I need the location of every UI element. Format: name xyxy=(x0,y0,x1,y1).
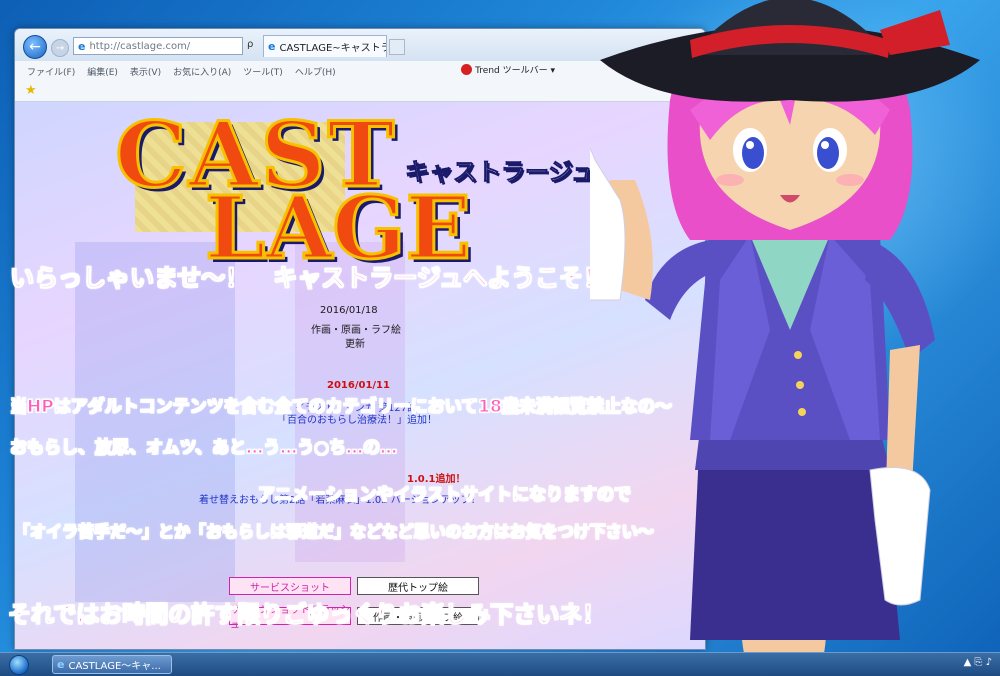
closing-text: それではお時間の許す限りごゆっくりお楽しみ下さいネ！ xyxy=(7,602,606,629)
site-logo-kana: キャストラージュ xyxy=(405,158,596,187)
system-tray[interactable]: ▲ ⎘ ♪ xyxy=(964,657,992,668)
ie-tab-icon: e xyxy=(268,40,276,53)
arrow-right-icon: → xyxy=(55,42,65,54)
menu-help[interactable]: ヘルプ(H) xyxy=(295,65,336,78)
notice-line1: 当HPはアダルトコンテンツを含む全てのカテゴリーにおいて18歳未満観覧禁止なの〜 xyxy=(10,397,673,418)
menu-view[interactable]: 表示(V) xyxy=(130,65,161,78)
back-button[interactable]: ← xyxy=(23,35,47,59)
menu-favorites[interactable]: お気に入り(A) xyxy=(173,65,231,78)
windows-logo-icon xyxy=(9,654,29,675)
welcome-text: いらっしゃいませ〜！ キャストラージュへようこそ！ xyxy=(9,264,608,293)
address-bar[interactable]: e http://castlage.com/ xyxy=(73,37,243,55)
forward-button[interactable]: → xyxy=(51,39,69,57)
trend-toolbar-label: Trend ツールバー ▾ xyxy=(475,66,555,76)
new-tab-button[interactable] xyxy=(389,39,405,55)
service-shot-button[interactable]: サービスショット xyxy=(229,577,351,595)
news-update1-line2: 更新 xyxy=(345,339,365,350)
address-text: http://castlage.com/ xyxy=(89,40,191,52)
tab-title: CASTLAGE~キャストラ... xyxy=(279,43,386,54)
taskbar-item-label: CASTLAGE～キャ... xyxy=(68,661,161,672)
notice-line2: おもらし、放尿、オムツ、あと…う…う○ち…の… xyxy=(10,438,398,459)
tab-castlage[interactable]: e CASTLAGE~キャストラ... xyxy=(263,35,387,57)
menu-edit[interactable]: 編集(E) xyxy=(87,65,118,78)
ie-taskbar-icon: e xyxy=(57,658,65,671)
start-button[interactable] xyxy=(6,653,32,676)
decor-block-left xyxy=(75,242,235,602)
favorites-star-icon[interactable]: ★ xyxy=(25,83,37,98)
trend-toolbar[interactable]: Trend ツールバー ▾ xyxy=(461,63,555,76)
history-top-button[interactable]: 歴代トップ絵 xyxy=(357,577,479,595)
arrow-left-icon: ← xyxy=(29,39,41,55)
taskbar-item-browser[interactable]: e CASTLAGE～キャ... xyxy=(52,655,172,674)
tray-icons: ▲ ⎘ ♪ xyxy=(963,657,992,668)
news-date1: 2016/01/18 xyxy=(320,305,378,316)
news-date2: 2016/01/11 xyxy=(327,380,390,391)
trend-logo-icon xyxy=(461,64,473,75)
ie-logo-icon: e xyxy=(78,39,86,53)
menu-tools[interactable]: ツール(T) xyxy=(243,65,283,78)
taskbar: e CASTLAGE～キャ... ▲ ⎘ ♪ xyxy=(0,652,1000,676)
menu-file[interactable]: ファイル(F) xyxy=(27,65,75,78)
notice-line4: 「オイラ苦手だ〜」とか「おもらしは邪道だ」などなど思いのお方はお気をつけ下さい〜 xyxy=(14,522,655,542)
news-update1-line1: 作画・原画・ラフ絵 xyxy=(311,325,401,336)
notice-line3: アニメーションやイラストサイトになりますので xyxy=(258,485,632,506)
mascot-character xyxy=(590,0,980,675)
